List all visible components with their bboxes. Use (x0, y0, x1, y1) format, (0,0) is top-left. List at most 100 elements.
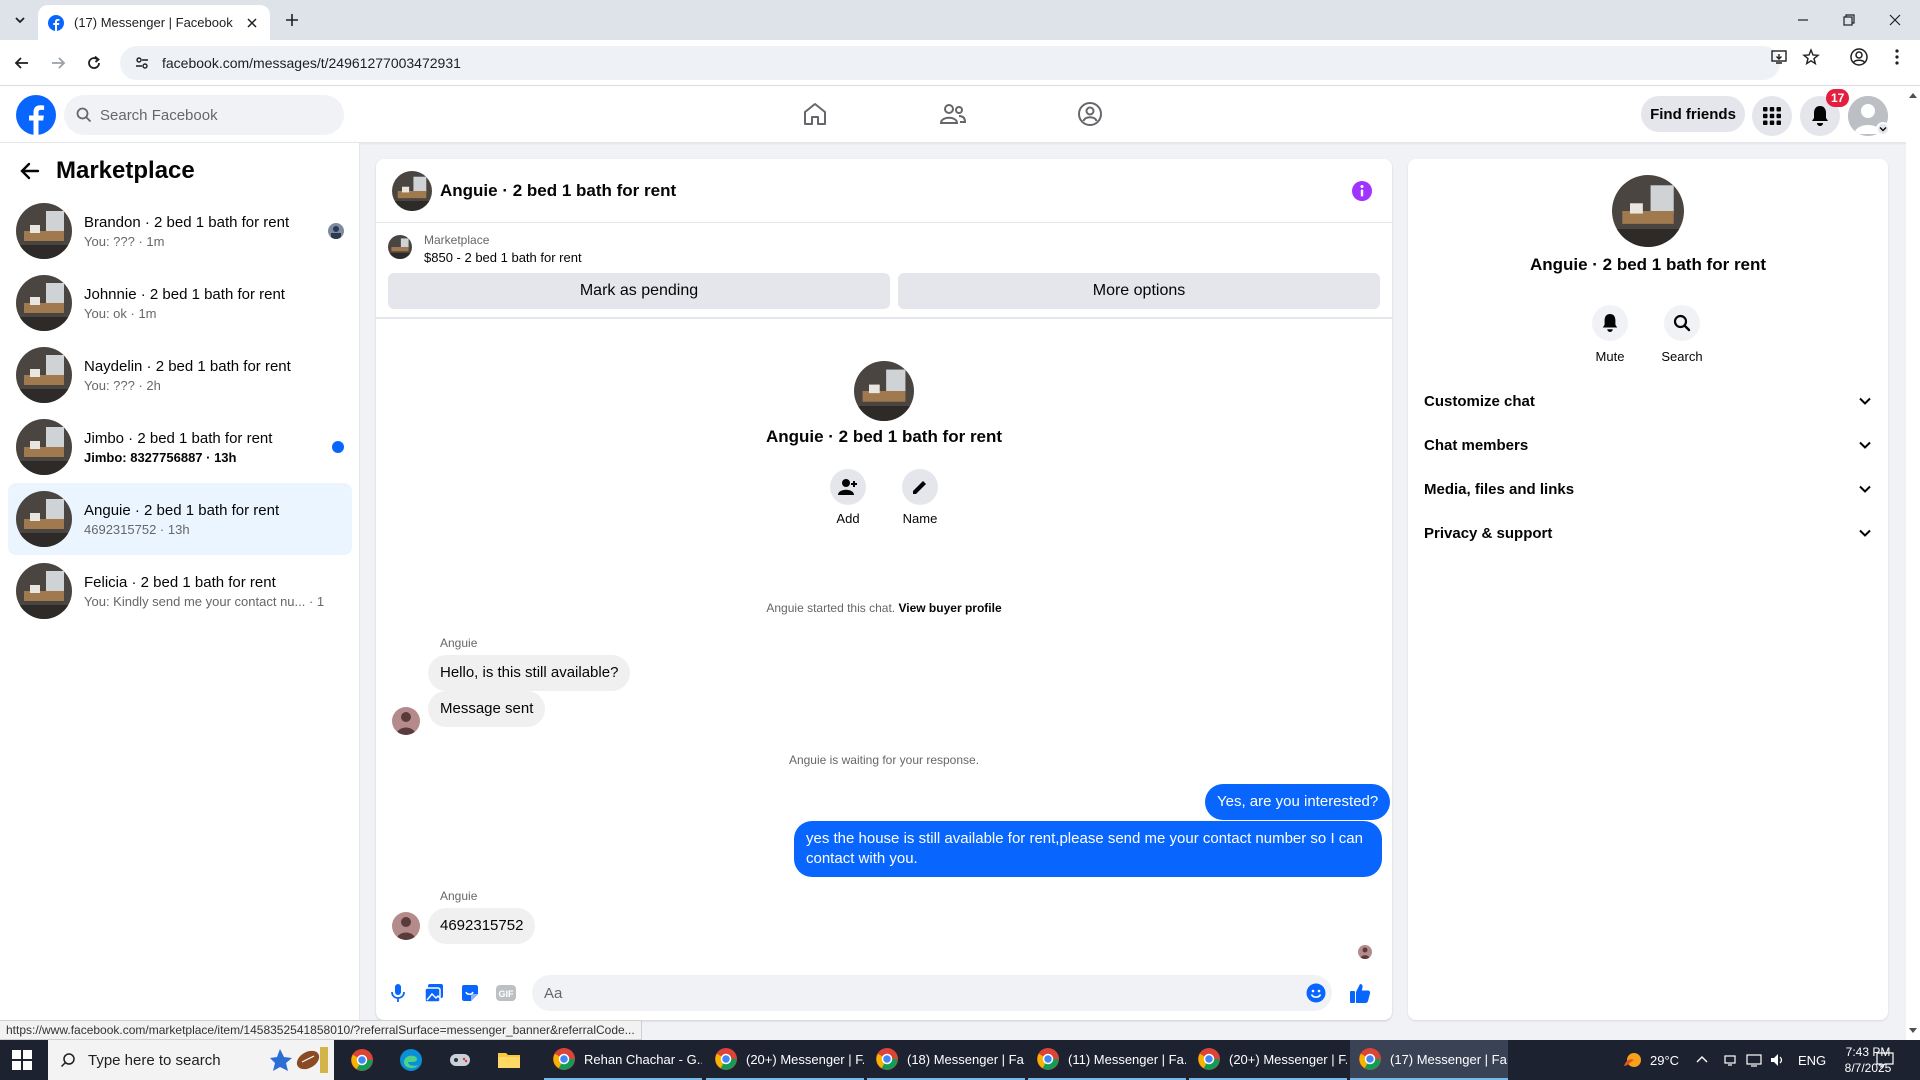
browser-tab-active[interactable]: (17) Messenger | Facebook (38, 5, 270, 40)
incoming-message[interactable]: Message sent (428, 691, 546, 727)
more-options-button[interactable]: More options (898, 273, 1380, 309)
page-scrollbar[interactable] (1906, 86, 1920, 1040)
emoji-icon[interactable] (1304, 981, 1328, 1005)
customize-chat-section[interactable]: Customize chat (1416, 381, 1880, 421)
media-files-links-section[interactable]: Media, files and links (1416, 469, 1880, 509)
mute-button[interactable]: Mute (1580, 305, 1640, 364)
mark-as-pending-button[interactable]: Mark as pending (388, 273, 890, 309)
groups-nav-icon[interactable] (1074, 98, 1106, 130)
sender-avatar[interactable] (392, 912, 420, 940)
chat-members-section[interactable]: Chat members (1416, 425, 1880, 465)
weather-widget[interactable]: 29°C (1620, 1040, 1679, 1080)
show-hidden-icons-icon[interactable] (1696, 1040, 1708, 1080)
facebook-logo-icon[interactable] (16, 95, 56, 135)
taskbar-search-box[interactable]: Type here to search (48, 1040, 334, 1080)
back-arrow-icon[interactable] (20, 161, 40, 181)
conversation-item-naydelin[interactable]: Naydelin · 2 bed 1 bath for rent You: ???… (8, 339, 352, 411)
back-arrow-icon[interactable] (10, 51, 34, 75)
browser-menu-icon[interactable] (1886, 46, 1908, 68)
bookmark-star-icon[interactable] (1800, 46, 1822, 68)
conversation-item-jimbo[interactable]: Jimbo · 2 bed 1 bath for rent Jimbo: 8327… (8, 411, 352, 483)
chat-started-notice: Anguie started this chat. View buyer pro… (376, 601, 1392, 615)
message-sender: Anguie (440, 889, 478, 903)
site-settings-icon[interactable] (134, 55, 150, 71)
conversation-item-anguie[interactable]: Anguie · 2 bed 1 bath for rent 4692315752… (8, 483, 352, 555)
close-window-icon[interactable] (1872, 0, 1918, 40)
forward-arrow-icon[interactable] (46, 51, 70, 75)
new-tab-plus-icon[interactable] (282, 10, 302, 30)
edge-taskbar-icon[interactable] (397, 1046, 425, 1074)
account-chevron-down-icon[interactable] (1876, 122, 1890, 136)
find-friends-button[interactable]: Find friends (1641, 96, 1745, 132)
conversation-item-felicia[interactable]: Felicia · 2 bed 1 bath for rent You: Kind… (8, 555, 352, 627)
wifi-icon[interactable] (1722, 1040, 1738, 1080)
volume-icon[interactable] (1770, 1040, 1786, 1080)
home-nav-icon[interactable] (799, 98, 831, 130)
conversation-name: Johnnie · 2 bed 1 bath for rent (84, 285, 285, 303)
game-app-taskbar-icon[interactable] (446, 1046, 474, 1074)
unread-dot (332, 441, 344, 453)
close-tab-icon[interactable] (244, 15, 260, 31)
incoming-message[interactable]: Hello, is this still available? (428, 655, 631, 691)
chat-avatar[interactable] (392, 170, 432, 211)
chrome-icon (1037, 1048, 1059, 1070)
search-highlight-icon (270, 1047, 328, 1073)
network-icon[interactable] (1746, 1040, 1762, 1080)
add-people-button[interactable]: Add (818, 469, 878, 526)
conversation-info-icon[interactable] (1352, 181, 1372, 206)
privacy-support-section[interactable]: Privacy & support (1416, 513, 1880, 553)
incoming-message[interactable]: 4692315752 (428, 908, 536, 944)
taskbar-app-chrome-6[interactable]: (17) Messenger | Fa... (1350, 1040, 1508, 1080)
taskbar-app-chrome-4[interactable]: (11) Messenger | Fa... (1028, 1040, 1186, 1080)
menu-grid-icon[interactable] (1752, 96, 1792, 136)
conversation-item-johnnie[interactable]: Johnnie · 2 bed 1 bath for rent You: ok ·… (8, 267, 352, 339)
view-buyer-profile-link[interactable]: View buyer profile (898, 601, 1001, 615)
chrome-taskbar-icon[interactable] (348, 1046, 376, 1074)
listing-thumbnail[interactable] (388, 235, 412, 259)
friends-nav-icon[interactable] (937, 98, 969, 130)
chat-details-panel: Anguie · 2 bed 1 bath for rent Mute Sear… (1408, 159, 1888, 1020)
facebook-search-input[interactable]: Search Facebook (64, 95, 344, 135)
file-explorer-taskbar-icon[interactable] (495, 1046, 523, 1074)
install-app-icon[interactable] (1768, 46, 1790, 68)
language-indicator[interactable]: ENG (1798, 1040, 1826, 1080)
microphone-icon[interactable] (386, 981, 410, 1005)
search-in-conversation-button[interactable]: Search (1652, 305, 1712, 364)
conversation-item-brandon[interactable]: Brandon · 2 bed 1 bath for rent You: ??? … (8, 195, 352, 267)
taskbar-app-chrome-3[interactable]: (18) Messenger | Fa... (867, 1040, 1025, 1080)
taskbar-app-chrome-2[interactable]: (20+) Messenger | F... (706, 1040, 864, 1080)
bell-icon (1602, 314, 1618, 332)
taskbar-app-chrome-5[interactable]: (20+) Messenger | F... (1189, 1040, 1347, 1080)
chrome-icon (1198, 1048, 1220, 1070)
mute-label: Mute (1595, 349, 1625, 364)
gif-icon[interactable]: GIF (494, 981, 518, 1005)
pencil-icon (913, 481, 926, 494)
tab-search-chevron-icon[interactable] (10, 10, 30, 30)
outgoing-message[interactable]: Yes, are you interested? (1205, 784, 1391, 820)
sender-avatar[interactable] (392, 707, 420, 735)
chrome-icon (553, 1048, 575, 1070)
thumbs-up-like-icon[interactable] (1348, 981, 1372, 1005)
windows-start-icon[interactable] (12, 1050, 32, 1070)
attach-photo-icon[interactable] (422, 981, 446, 1005)
conversation-preview: 4692315752 · 13h (84, 521, 190, 537)
chat-title[interactable]: Anguie · 2 bed 1 bath for rent (440, 181, 676, 201)
sticker-icon[interactable] (458, 981, 482, 1005)
notification-center-icon[interactable] (1876, 1040, 1894, 1080)
taskbar-app-label: (20+) Messenger | F... (746, 1051, 864, 1067)
message-input[interactable] (532, 975, 1332, 1011)
outgoing-message[interactable]: yes the house is still available for ren… (794, 821, 1382, 877)
listing-title-link[interactable]: $850 - 2 bed 1 bath for rent (424, 250, 582, 265)
system-clock[interactable]: 7:43 PM 8/7/2025 (1828, 1044, 1908, 1076)
name-chat-button[interactable]: Name (890, 469, 950, 526)
restore-window-icon[interactable] (1826, 0, 1872, 40)
clock-date: 8/7/2025 (1844, 1061, 1892, 1075)
chevron-down-icon (1859, 485, 1871, 493)
weather-temp: 29°C (1650, 1052, 1680, 1068)
profile-icon[interactable] (1848, 46, 1870, 68)
tab-title: (17) Messenger | Facebook (74, 15, 233, 30)
url-bar[interactable]: facebook.com/messages/t/2496127700347293… (120, 46, 1780, 80)
reload-icon[interactable] (82, 51, 106, 75)
taskbar-app-chrome-1[interactable]: Rehan Chachar - G... (544, 1040, 702, 1080)
minimize-window-icon[interactable] (1780, 0, 1826, 40)
